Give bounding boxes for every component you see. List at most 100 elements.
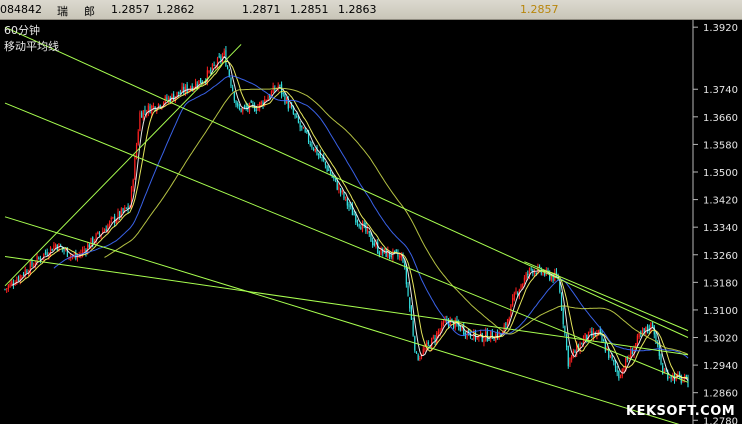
candle-body [83,249,85,251]
candle-body [407,285,409,296]
candle-body [292,108,294,114]
y-tick-label: 1.3920 [703,23,738,34]
candle-body [227,66,229,69]
candle-body [125,207,128,209]
candle-body [22,273,25,276]
candle-body [451,318,453,321]
candle-body [643,328,645,332]
candle-body [638,333,640,338]
candle-body [38,257,40,259]
candle-body [515,291,517,294]
candle-body [213,64,215,66]
candle-body [142,110,144,120]
candle-body [279,84,281,86]
candle-body [328,169,330,171]
candle-body [505,323,507,326]
candle-body [530,268,532,270]
candlestick-chart: 1.3920 1.3740 1.3660 1.3580 1.3500 1.3420 1.33… [0,20,742,424]
candle-body [668,377,671,379]
candle-body [17,277,20,281]
candle-body [618,371,620,379]
candle-body [343,192,345,199]
candle-body [4,289,6,291]
candle-body [21,275,23,277]
candle-body [542,272,544,275]
candle-body [137,131,139,145]
y-tick-label: 1.3580 [703,140,738,151]
candle-body [390,255,392,258]
candle-body [210,69,212,71]
candle-body [139,112,141,131]
candle-body [216,58,219,69]
y-tick-label: 1.3180 [703,278,738,289]
candle-body [409,297,411,309]
y-tick-label: 1.3420 [703,196,738,207]
y-tick-label: 1.2860 [703,389,738,400]
candle-body [641,330,644,333]
candle-body [574,351,576,353]
candle-body [353,213,355,216]
candle-body [355,214,357,223]
candle-body [399,255,401,258]
candle-body [419,358,421,360]
candle-body [223,51,225,56]
candle-body [393,250,396,252]
candle-body [44,252,47,254]
candle-body [132,180,134,188]
instrument-name-1: 瑞 [57,5,68,18]
candle-body [378,252,380,255]
candle-body [474,330,477,340]
candle-body [348,204,350,208]
candle-body [297,117,300,123]
candle-body [339,188,342,193]
candle-body [53,245,55,250]
open-price: 1.2857 [111,3,150,16]
candle-body [299,123,301,128]
candle-body [512,298,514,306]
candle-body [510,304,512,318]
candle-body [324,161,327,165]
candle-body [598,330,600,333]
candle-body [119,211,121,218]
candle-body [569,358,571,365]
candle-body [7,285,9,289]
candle-body [152,105,155,108]
candle-body [360,227,362,230]
candle-body [630,349,632,359]
candle-body [184,85,187,93]
candle-body [255,109,257,111]
candle-body [646,325,649,331]
candle-body [232,87,234,91]
candle-body [412,321,414,336]
candle-body [144,109,146,112]
candle-body [562,308,564,325]
candle-body [439,330,441,334]
candle-body [336,180,338,190]
candle-body [417,354,419,361]
candle-body [186,84,188,92]
candle-body [296,115,298,117]
candle-body [141,112,143,118]
candle-body [660,354,662,364]
candle-body [485,331,487,339]
candle-body [636,335,639,345]
candle-body [614,362,617,368]
candle-body [167,97,170,101]
instrument-name-2: 郎 [84,5,95,18]
candle-body [520,285,522,289]
candle-body [493,339,495,341]
candle-body [522,283,524,287]
candle-body [442,322,445,325]
candle-body [523,277,526,284]
candle-body [270,91,273,96]
candle-body [301,125,303,128]
candle-body [240,108,242,112]
candle-body [650,322,652,332]
candle-body [26,270,28,274]
watermark: KEKSOFT.COM [626,404,735,419]
candle-body [97,231,99,234]
candle-body [304,129,306,132]
quote-header: 084842 瑞 郎 1.2857 1.2862 1.2871 1.2851 1… [0,0,742,20]
candle-body [685,375,687,377]
candle-body [181,86,183,92]
